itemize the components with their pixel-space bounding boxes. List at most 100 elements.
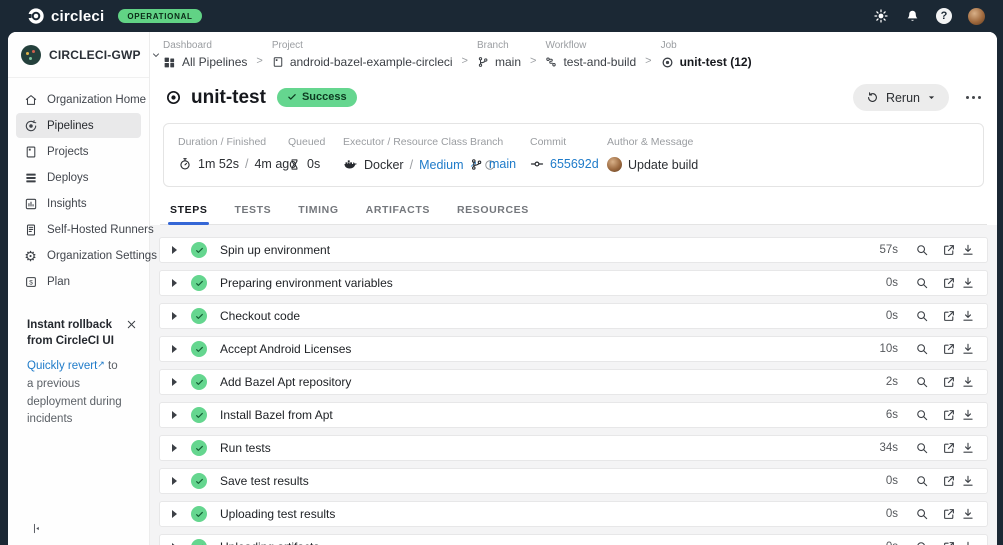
open-in-new-icon[interactable]: [942, 309, 956, 323]
sidebar-item-organization-home[interactable]: Organization Home: [16, 87, 146, 112]
commit-link[interactable]: 655692d: [550, 157, 599, 171]
download-step-output-icon[interactable]: [961, 375, 975, 389]
resource-class-link[interactable]: Medium: [419, 158, 463, 172]
breadcrumb-branch[interactable]: main: [477, 55, 521, 69]
org-selector[interactable]: CIRCLECI-GWP: [8, 32, 159, 78]
step-row[interactable]: Uploading artifacts 0s: [159, 534, 988, 545]
download-step-output-icon[interactable]: [961, 243, 975, 257]
open-in-new-icon[interactable]: [942, 540, 956, 545]
sidebar-item-projects[interactable]: Projects: [16, 139, 141, 164]
step-row[interactable]: Checkout code 0s: [159, 303, 988, 329]
expand-caret-icon[interactable]: [172, 444, 177, 452]
search-step-icon[interactable]: [915, 441, 929, 455]
tab-resources[interactable]: RESOURCES: [456, 204, 530, 224]
job-actions: Rerun: [852, 84, 983, 111]
download-step-output-icon[interactable]: [961, 507, 975, 521]
user-avatar[interactable]: [968, 7, 985, 25]
breadcrumb-all-pipelines[interactable]: All Pipelines: [163, 55, 247, 69]
breadcrumb-project[interactable]: android-bazel-example-circleci: [272, 55, 453, 69]
chevron-down-icon: [927, 93, 936, 102]
more-actions-button[interactable]: [964, 90, 983, 105]
tab-steps[interactable]: STEPS: [167, 204, 210, 225]
expand-caret-icon[interactable]: [172, 279, 177, 287]
status-operational-badge[interactable]: OPERATIONAL: [118, 9, 202, 23]
quickly-revert-link[interactable]: Quickly revert: [27, 360, 97, 372]
search-step-icon[interactable]: [915, 309, 929, 323]
chevron-down-icon: [151, 50, 161, 60]
sidebar-item-organization-settings[interactable]: ⚙ Organization Settings: [16, 243, 157, 268]
svg-text:$: $: [29, 279, 33, 286]
download-step-output-icon[interactable]: [961, 309, 975, 323]
expand-caret-icon[interactable]: [172, 510, 177, 518]
download-step-output-icon[interactable]: [961, 342, 975, 356]
sidebar-item-insights[interactable]: Insights: [16, 191, 141, 216]
expand-caret-icon[interactable]: [172, 246, 177, 254]
sidebar-item-label: Self-Hosted Runners: [47, 223, 154, 236]
open-in-new-icon[interactable]: [942, 408, 956, 422]
branch-link[interactable]: main: [489, 157, 516, 171]
expand-caret-icon[interactable]: [172, 477, 177, 485]
breadcrumb-job[interactable]: unit-test (12): [661, 55, 752, 69]
help-icon[interactable]: ?: [936, 8, 952, 24]
step-row[interactable]: Preparing environment variables 0s: [159, 270, 988, 296]
open-in-new-icon[interactable]: [942, 243, 956, 257]
open-in-new-icon[interactable]: [942, 474, 956, 488]
notifications-bell-icon[interactable]: [905, 9, 920, 24]
open-in-new-icon[interactable]: [942, 441, 956, 455]
expand-caret-icon[interactable]: [172, 411, 177, 419]
tab-artifacts[interactable]: ARTIFACTS: [365, 204, 431, 224]
open-in-new-icon[interactable]: [942, 276, 956, 290]
search-step-icon[interactable]: [915, 342, 929, 356]
job-tabs: STEPS TESTS TIMING ARTIFACTS RESOURCES: [160, 204, 987, 225]
search-step-icon[interactable]: [915, 474, 929, 488]
success-check-icon: [191, 440, 207, 456]
sidebar-item-self-hosted-runners[interactable]: Self-Hosted Runners: [16, 217, 154, 242]
theme-sun-icon[interactable]: [873, 8, 889, 24]
search-step-icon[interactable]: [915, 540, 929, 545]
step-row[interactable]: Uploading test results 0s: [159, 501, 988, 527]
download-step-output-icon[interactable]: [961, 441, 975, 455]
step-row[interactable]: Save test results 0s: [159, 468, 988, 494]
app-panel: CIRCLECI-GWP Organization Home Pipelines…: [8, 32, 997, 545]
step-name: Spin up environment: [220, 243, 331, 257]
step-row[interactable]: Run tests 34s: [159, 435, 988, 461]
step-row[interactable]: Add Bazel Apt repository 2s: [159, 369, 988, 395]
step-row[interactable]: Install Bazel from Apt 6s: [159, 402, 988, 428]
download-step-output-icon[interactable]: [961, 276, 975, 290]
field-label: Queued: [288, 136, 326, 148]
sidebar-item-pipelines[interactable]: Pipelines: [16, 113, 141, 138]
rerun-button[interactable]: Rerun: [852, 84, 949, 111]
search-step-icon[interactable]: [915, 276, 929, 290]
collapse-sidebar-icon[interactable]: [31, 523, 42, 534]
search-step-icon[interactable]: [915, 375, 929, 389]
step-name: Run tests: [220, 441, 271, 455]
status-text: Success: [301, 91, 347, 103]
document-icon: [23, 223, 38, 237]
circleci-logo-icon: [27, 8, 44, 24]
download-step-output-icon[interactable]: [961, 408, 975, 422]
breadcrumb-workflow[interactable]: test-and-build: [545, 55, 636, 69]
tab-tests[interactable]: TESTS: [233, 204, 272, 224]
tab-timing[interactable]: TIMING: [297, 204, 339, 224]
download-step-output-icon[interactable]: [961, 540, 975, 545]
open-in-new-icon[interactable]: [942, 375, 956, 389]
circleci-logo[interactable]: circleci: [27, 7, 104, 25]
commit-message: Update build: [628, 157, 699, 172]
expand-caret-icon[interactable]: [172, 345, 177, 353]
sidebar-item-deploys[interactable]: Deploys: [16, 165, 141, 190]
app-window: circleci OPERATIONAL ? CIRCLECI-GWP Orga…: [0, 0, 1003, 545]
step-name: Checkout code: [220, 309, 301, 323]
layers-icon: [23, 171, 38, 185]
sidebar-item-plan[interactable]: $ Plan: [16, 269, 141, 294]
expand-caret-icon[interactable]: [172, 312, 177, 320]
search-step-icon[interactable]: [915, 408, 929, 422]
step-row[interactable]: Spin up environment 57s: [159, 237, 988, 263]
close-icon[interactable]: [126, 318, 137, 330]
open-in-new-icon[interactable]: [942, 507, 956, 521]
step-row[interactable]: Accept Android Licenses 10s: [159, 336, 988, 362]
search-step-icon[interactable]: [915, 243, 929, 257]
expand-caret-icon[interactable]: [172, 378, 177, 386]
download-step-output-icon[interactable]: [961, 474, 975, 488]
search-step-icon[interactable]: [915, 507, 929, 521]
open-in-new-icon[interactable]: [942, 342, 956, 356]
